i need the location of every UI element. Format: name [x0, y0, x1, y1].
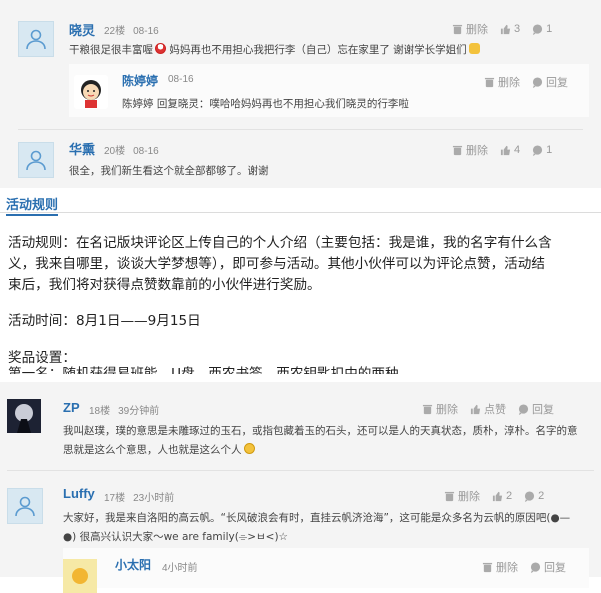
- reply-username[interactable]: 小太阳: [115, 556, 151, 573]
- divider: [7, 470, 594, 471]
- comment-text: 我叫赵璞，璞的意思是未雕琢过的玉石，或指包藏着玉的石头，还可以是人的天真状态，质…: [63, 425, 578, 437]
- reply-button[interactable]: 回复: [518, 401, 554, 417]
- comment-meta: 18楼 39分钟前: [89, 402, 167, 417]
- delete-button[interactable]: 删除: [452, 21, 488, 37]
- comment-bubble-icon: [518, 403, 529, 415]
- reply-button[interactable]: 回复: [530, 559, 566, 575]
- delete-button[interactable]: 删除: [444, 488, 480, 504]
- comment-bubble-icon: [525, 490, 535, 502]
- girl-avatar-icon: [81, 80, 101, 108]
- like-button[interactable]: 3: [500, 23, 520, 35]
- user-avatar[interactable]: [7, 399, 41, 433]
- timestamp: 08-16: [133, 146, 159, 157]
- trash-icon: [422, 404, 433, 414]
- comment-actions: 删除 2 2: [444, 488, 544, 504]
- delete-button[interactable]: 删除: [452, 142, 488, 158]
- user-avatar[interactable]: [63, 559, 97, 593]
- trash-icon: [444, 491, 455, 501]
- thumb-up-icon: [500, 145, 511, 155]
- like-button[interactable]: 点赞: [470, 401, 506, 417]
- username[interactable]: 华熏: [69, 139, 95, 158]
- reply-count-button[interactable]: 1: [532, 144, 552, 156]
- reply-timestamp: 4小时前: [162, 563, 198, 574]
- delete-button[interactable]: 删除: [484, 74, 520, 90]
- thumb-up-icon: [470, 404, 481, 414]
- rules-text-line: 束后，我们将对获得点赞数靠前的小伙伴进行奖励。: [8, 277, 321, 293]
- floor-number: 20楼: [104, 146, 126, 157]
- floor-number: 22楼: [104, 26, 126, 37]
- comment-actions: 删除 4 1: [452, 142, 552, 158]
- username[interactable]: Luffy: [63, 486, 95, 501]
- comment-text: 很全，我们新生看这个就全部都够了。谢谢: [69, 165, 269, 177]
- user-icon: [26, 29, 46, 50]
- comment-bubble-icon: [532, 76, 543, 88]
- thumb-up-icon: [500, 24, 511, 34]
- delete-button[interactable]: 删除: [422, 401, 458, 417]
- comment-text: ●) 很高兴认识大家～we are family(⌯>ㅂ<)☆: [63, 531, 288, 543]
- username[interactable]: ZP: [63, 400, 80, 415]
- reply-timestamp: 08-16: [168, 74, 194, 85]
- thumb-emoji-icon: [468, 43, 480, 54]
- reply-count-button[interactable]: 2: [524, 490, 544, 502]
- comment-text: 干粮很足很丰富喔 妈妈再也不用担心我把行李（自己）忘在家里了 谢谢学长学姐们: [69, 42, 480, 57]
- comment-actions: 删除 3 1: [452, 21, 552, 37]
- thumb-up-icon: [492, 491, 503, 501]
- comment-actions: 删除 点赞 回复: [422, 401, 554, 417]
- comment-meta: 20楼 08-16: [104, 142, 167, 157]
- default-avatar[interactable]: [7, 488, 43, 524]
- comment-panel-bottom: ZP 18楼 39分钟前 删除 点赞 回复 我叫赵璞，璞的意思是未雕琢过的玉石，或…: [0, 382, 601, 593]
- username[interactable]: 晓灵: [69, 20, 95, 39]
- reply-button[interactable]: 回复: [532, 74, 568, 90]
- rules-text-line: 活动规则：在名记版块评论区上传自己的个人介绍（主要包括：我是谁，我的名字有什么含: [8, 235, 552, 251]
- user-icon: [15, 496, 35, 517]
- smile-emoji-icon: [243, 443, 255, 454]
- prize-line: 第一名：随机获得易班能 U盘 西农书签 西农钥匙扣中的两种: [8, 366, 399, 374]
- trash-icon: [482, 562, 493, 572]
- timestamp: 23小时前: [133, 493, 175, 504]
- comment-text: 大家好，我是来自洛阳的高云帆。“长风破浪会有时，直挂云帆济沧海”，这可能是众多名…: [63, 512, 571, 524]
- moon-avatar-icon: [15, 404, 33, 433]
- floor-number: 17楼: [104, 493, 126, 504]
- comment-text: 思就是这么个意思，人也就是这么个人: [63, 442, 255, 457]
- reply-actions: 删除 回复: [484, 74, 568, 90]
- timestamp: 39分钟前: [118, 406, 160, 417]
- comment-bubble-icon: [530, 561, 541, 573]
- reply-text: 陈婷婷 回复晓灵：噗哈哈妈妈再也不用担心我们晓灵的行李啦: [122, 98, 409, 110]
- comment-bubble-icon: [533, 144, 543, 156]
- default-avatar[interactable]: [18, 142, 54, 178]
- activity-time: 活动时间：8月1日——9月15日: [8, 313, 201, 329]
- emoji-icon: [155, 43, 166, 54]
- heading-underline: [0, 212, 601, 213]
- trash-icon: [452, 24, 463, 34]
- timestamp: 08-16: [133, 26, 159, 37]
- trash-icon: [484, 77, 495, 87]
- sun-avatar-icon: [72, 568, 88, 584]
- user-icon: [26, 150, 46, 171]
- divider: [18, 129, 583, 130]
- delete-button[interactable]: 删除: [482, 559, 518, 575]
- comment-bubble-icon: [533, 23, 543, 35]
- comment-meta: 17楼 23小时前: [104, 489, 182, 504]
- cartoon-avatar[interactable]: [74, 75, 108, 109]
- like-button[interactable]: 4: [500, 144, 520, 156]
- reply-actions: 删除 回复: [482, 559, 566, 575]
- default-avatar[interactable]: [18, 21, 54, 57]
- trash-icon: [452, 145, 463, 155]
- comment-meta: 22楼 08-16: [104, 22, 167, 37]
- like-button[interactable]: 2: [492, 490, 512, 502]
- comment-panel-top: 晓灵 22楼 08-16 删除 3 1 干粮很足很丰富喔 妈妈再也不用担心我把行李…: [0, 0, 601, 188]
- reply-count-button[interactable]: 1: [532, 23, 552, 35]
- rules-text-line: 义，我来自哪里，谈谈大学梦想等），即可参与活动。其他小伙伴可以为评论点赞，活动结: [8, 256, 545, 272]
- reply-username[interactable]: 陈婷婷: [122, 72, 158, 89]
- floor-number: 18楼: [89, 406, 111, 417]
